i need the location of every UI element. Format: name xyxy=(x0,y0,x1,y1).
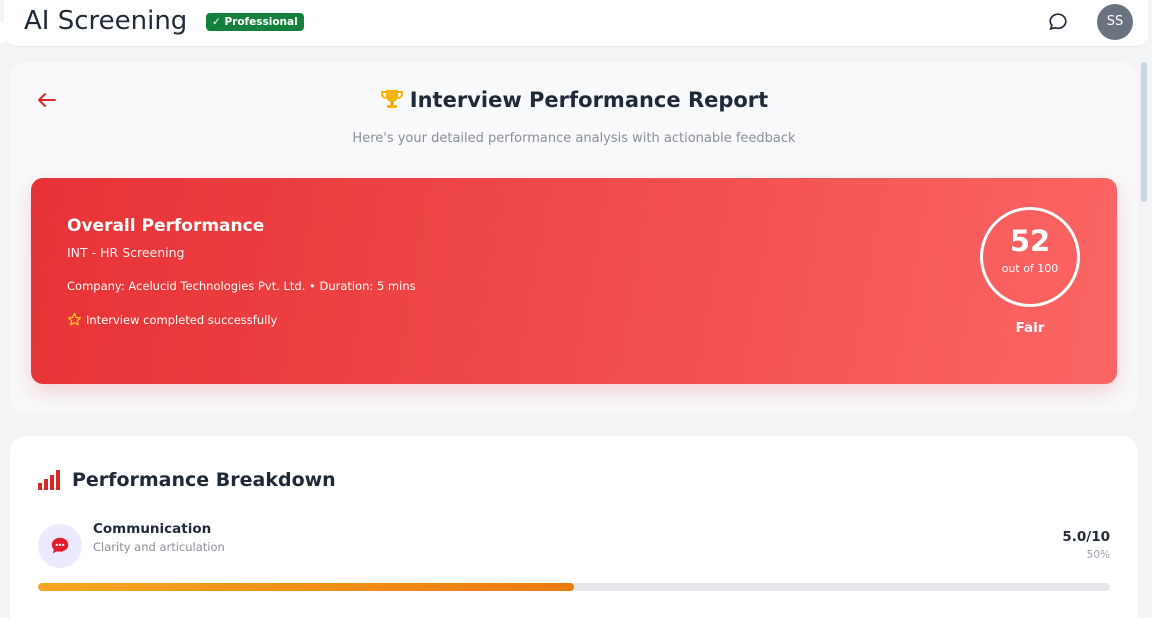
avatar[interactable]: SS xyxy=(1097,4,1133,40)
communication-icon xyxy=(38,524,82,568)
top-bar: AI Screening ✓ Professional SS xyxy=(4,0,1148,47)
score-rating: Fair xyxy=(1015,320,1045,336)
company-duration: Company: Acelucid Technologies Pvt. Ltd.… xyxy=(67,279,416,293)
bar-chart-icon xyxy=(38,470,60,490)
overall-title: Overall Performance xyxy=(67,216,265,236)
metric-score: 5.0/10 xyxy=(1062,529,1110,545)
plan-badge: ✓ Professional xyxy=(206,13,304,31)
metric-progress-bar xyxy=(38,583,1110,591)
star-icon xyxy=(67,312,82,326)
score-out-of: out of 100 xyxy=(1001,262,1059,275)
metric-name: Communication xyxy=(93,521,212,537)
page-title: Interview Performance Report xyxy=(0,88,1148,112)
metric-percent: 50% xyxy=(1086,549,1110,561)
chat-icon[interactable] xyxy=(1047,11,1069,33)
completion-status-text: Interview completed successfully xyxy=(86,313,278,327)
score-ring: 52 out of 100 xyxy=(980,207,1080,307)
breakdown-title: Performance Breakdown xyxy=(72,469,336,491)
metric-progress-fill xyxy=(38,583,574,591)
completion-status: Interview completed successfully xyxy=(67,312,277,327)
overall-score: 52 xyxy=(1009,224,1051,258)
interview-name: INT - HR Screening xyxy=(67,245,185,260)
app-title: AI Screening xyxy=(24,6,188,36)
overall-performance-card: Overall Performance INT - HR Screening C… xyxy=(31,178,1117,384)
trophy-icon xyxy=(380,90,403,108)
speech-bubble-icon xyxy=(51,537,69,554)
report-subtitle: Here's your detailed performance analysi… xyxy=(352,131,796,146)
metric-description: Clarity and articulation xyxy=(93,540,225,554)
report-title-text: Interview Performance Report xyxy=(409,88,769,112)
